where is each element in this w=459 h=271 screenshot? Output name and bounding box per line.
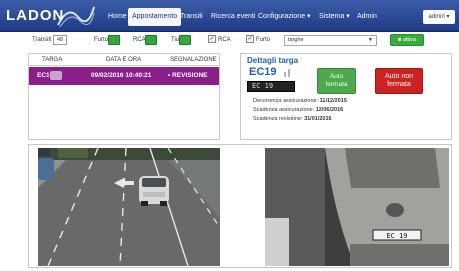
revision-expiry-label: Scadenza revisione: xyxy=(253,116,303,122)
furto-label: Furto xyxy=(94,37,109,43)
insurance-start-value: 11/12/2015 xyxy=(319,98,347,104)
tiu-indicator[interactable] xyxy=(179,35,191,45)
camera-images-panel: EC 19 xyxy=(28,144,452,268)
plate-camera-image[interactable]: EC 19 xyxy=(265,148,449,266)
detail-plate-number: EC19 xyxy=(249,66,277,78)
cell-data-ora: 09/02/2016 10:40:21 xyxy=(91,72,152,79)
car-not-stopped-line2: fermata xyxy=(387,81,411,88)
rca-checkbox[interactable]: ✓ xyxy=(208,35,216,43)
filter-bar: Transiti 48 Furto RCA Tiu ✓ RCA ✓ Furto … xyxy=(0,32,459,50)
nav-configurazione[interactable]: Configurazione ▾ xyxy=(254,10,315,24)
top-navbar: LADON Home Appostamento Transiti Ricerca… xyxy=(0,0,459,32)
insurance-expiry-value: 12/06/2016 xyxy=(315,107,344,113)
page: LADON Home Appostamento Transiti Ricerca… xyxy=(0,0,459,271)
insurance-expiry-label: Scadenza assicurazione: xyxy=(253,107,315,113)
car-stopped-line2: fermata xyxy=(325,81,348,88)
column-header-data-ora[interactable]: DATA E ORA xyxy=(106,57,141,63)
column-header-segnalazione[interactable]: SEGNALAZIONE xyxy=(170,57,217,63)
transiti-label: Transiti xyxy=(32,37,52,43)
car-stopped-button[interactable]: Auto fermata xyxy=(317,68,356,94)
nav-transiti[interactable]: Transiti xyxy=(176,10,207,24)
apply-button[interactable]: ■ attiva xyxy=(390,34,424,46)
brand-wave-icon xyxy=(57,6,95,28)
car-not-stopped-button[interactable]: Auto non fermata xyxy=(375,68,423,94)
furto-indicator[interactable] xyxy=(108,35,120,45)
nav-sistema[interactable]: Sistema ▾ xyxy=(315,10,354,24)
revision-expiry-value: 31/01/2016 xyxy=(304,116,332,122)
user-menu-button[interactable]: admin ▾ xyxy=(423,10,455,24)
chevron-down-icon: ▼ xyxy=(368,37,373,43)
plate-photo: EC 19 xyxy=(247,81,295,92)
rca-checkbox-label: RCA xyxy=(218,37,231,43)
rca-label: RCA xyxy=(133,37,146,43)
events-table: TARGA DATA E ORA SEGNALAZIONE EC19 09/02… xyxy=(28,53,220,140)
column-header-targa[interactable]: TARGA xyxy=(42,57,62,63)
type-select[interactable]: targhe ▼ xyxy=(284,35,377,46)
details-title: Dettagli targa xyxy=(247,56,299,65)
car-rear-scene: EC 19 xyxy=(265,148,449,266)
furto-checkbox-label: Furto xyxy=(256,37,271,43)
road-scene xyxy=(38,148,220,266)
cell-segnalazione: • REVISIONE xyxy=(168,72,208,79)
tiu-label: Tiu xyxy=(171,37,180,43)
car-not-stopped-line1: Auto non xyxy=(384,73,414,80)
car-stopped-line1: Auto xyxy=(329,73,344,80)
nav-appostamento[interactable]: Appostamento xyxy=(128,8,182,26)
rca-indicator[interactable] xyxy=(145,35,157,45)
transiti-count-input[interactable]: 48 xyxy=(53,35,67,45)
context-camera-image[interactable] xyxy=(38,148,220,266)
plate-redaction xyxy=(50,71,62,80)
nav-home[interactable]: Home xyxy=(104,10,131,24)
nav-admin[interactable]: Admin xyxy=(353,10,381,24)
plate-details-panel: Dettagli targa EC19 EC 19 Auto fermata A… xyxy=(240,53,452,140)
plate-signal-icon xyxy=(284,69,290,77)
nav-ricerca-eventi[interactable]: Ricerca eventi xyxy=(207,10,259,24)
insurance-start-label: Decorrenza assicurazione: xyxy=(253,98,319,104)
rear-plate-text: EC 19 xyxy=(386,232,407,240)
furto-checkbox[interactable]: ✓ xyxy=(246,35,254,43)
insurance-start-line: Decorrenza assicurazione: 11/12/2015 xyxy=(253,98,347,104)
revision-expiry-line: Scadenza revisione: 31/01/2016 xyxy=(253,116,332,122)
type-select-value: targhe xyxy=(288,37,304,43)
table-header: TARGA DATA E ORA SEGNALAZIONE xyxy=(29,54,219,66)
table-row[interactable]: EC19 09/02/2016 10:40:21 • REVISIONE xyxy=(29,67,219,85)
insurance-expiry-line: Scadenza assicurazione: 12/06/2016 xyxy=(253,107,343,113)
